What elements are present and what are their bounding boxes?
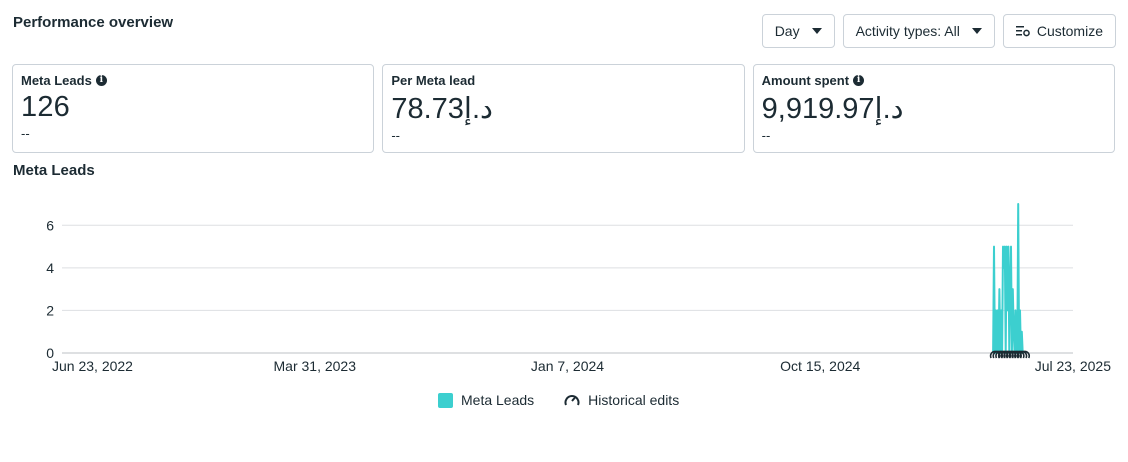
caret-down-icon	[811, 28, 822, 34]
meta-leads-chart: 0246Jun 23, 2022 Mar 31, 2023 Jan 7, 2024 O…	[46, 203, 1111, 374]
x-tick-label: Mar 31, 2023	[274, 358, 357, 374]
metric-card-per-meta-lead[interactable]: Per Meta lead 78.73د.إ --	[382, 64, 745, 153]
metric-label-row: Amount spent i	[762, 73, 1106, 88]
x-tick-label: Jul 23, 2025	[1035, 358, 1111, 374]
customize-button[interactable]: Customize	[1002, 14, 1116, 48]
y-tick-label: 2	[46, 302, 54, 318]
day-dropdown[interactable]: Day	[761, 14, 835, 48]
gauge-icon	[564, 395, 580, 406]
toolbar: Day Activity types: All Customize	[761, 14, 1116, 48]
info-icon[interactable]: i	[853, 75, 865, 86]
legend-item-meta-leads[interactable]: Meta Leads	[438, 392, 534, 408]
metric-card-amount-spent[interactable]: Amount spent i 9,919.97د.إ --	[752, 64, 1115, 153]
legend-item-historical-edits[interactable]: Historical edits	[564, 392, 679, 408]
chart-legend: Meta Leads Historical edits	[438, 392, 679, 408]
teal-square-icon	[438, 392, 453, 408]
customize-label: Customize	[1036, 23, 1103, 39]
info-icon[interactable]: i	[95, 75, 107, 86]
x-tick-label: Jan 7, 2024	[531, 358, 604, 374]
metric-label: Meta Leads	[21, 73, 92, 88]
x-tick-label: Jun 23, 2022	[52, 358, 133, 374]
page-title: Performance overview	[13, 14, 174, 31]
metric-card-meta-leads[interactable]: Meta Leads i 126 --	[12, 64, 375, 153]
activity-types-dropdown[interactable]: Activity types: All	[842, 14, 995, 48]
day-dropdown-label: Day	[774, 23, 800, 39]
metric-label: Per Meta lead	[391, 73, 476, 88]
activity-types-label: Activity types: All	[855, 23, 960, 39]
legend-label: Meta Leads	[461, 392, 535, 408]
caret-down-icon	[971, 28, 982, 34]
metric-label-row: Per Meta lead	[391, 73, 735, 88]
y-tick-label: 4	[46, 260, 54, 276]
metric-label-row: Meta Leads i	[21, 73, 365, 88]
metric-comparison: --	[391, 128, 400, 143]
metric-value: 78.73د.إ	[391, 93, 493, 125]
metric-comparison: --	[21, 126, 30, 141]
legend-label: Historical edits	[588, 392, 680, 408]
metric-value: 126	[21, 91, 70, 123]
y-tick-label: 6	[46, 217, 54, 233]
metric-cards: Meta Leads i 126 -- Per Meta lead 78.73د…	[12, 64, 1115, 153]
metric-value: 9,919.97د.إ	[761, 93, 904, 125]
series-line-meta-leads	[992, 203, 1024, 354]
metric-comparison: --	[761, 128, 771, 143]
x-tick-label: Oct 15, 2024	[780, 358, 860, 374]
customize-icon	[1015, 26, 1030, 37]
chart-title: Meta Leads	[13, 162, 95, 179]
metric-label: Amount spent	[761, 73, 850, 88]
